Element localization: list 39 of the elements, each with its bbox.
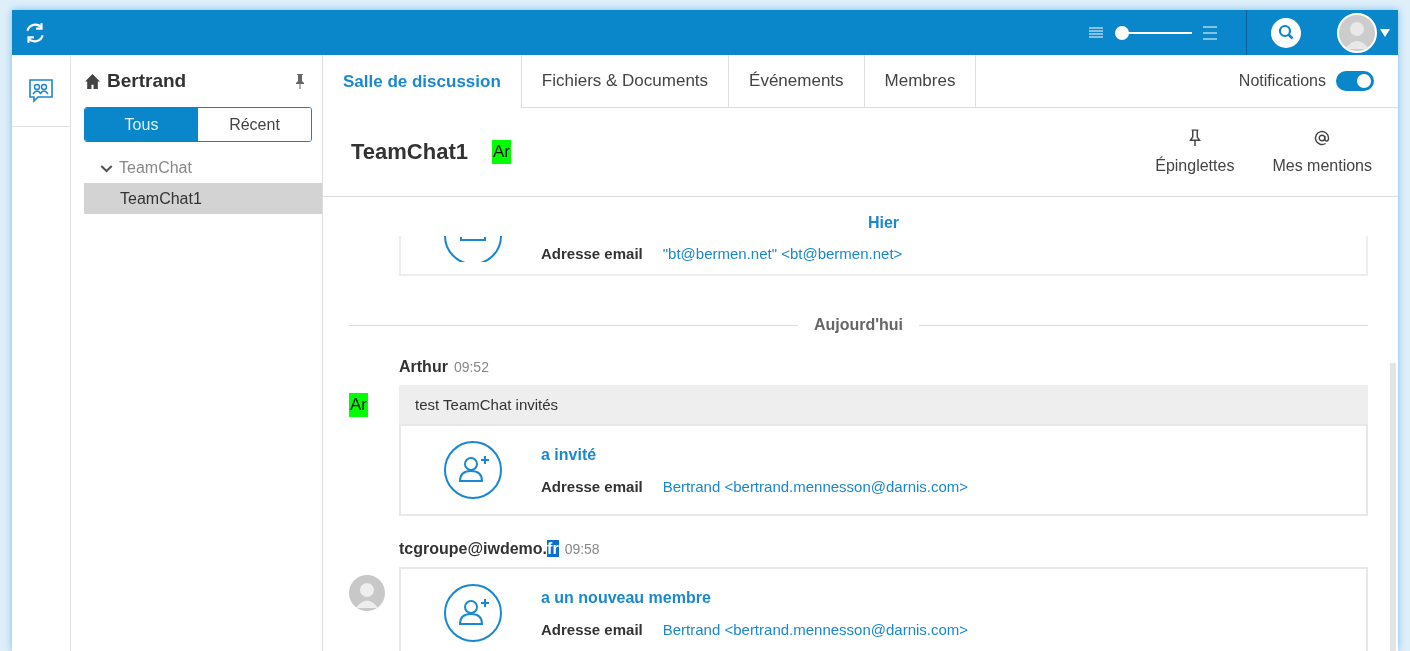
email-link[interactable]: Bertrand <bertrand.mennesson@darnis.com> <box>662 620 969 638</box>
member-avatar: Ar <box>491 140 511 164</box>
author-avatar: Ar <box>349 393 368 417</box>
caret-icon[interactable] <box>1380 28 1390 37</box>
email-label: Adresse email <box>541 245 643 262</box>
email-label: Adresse email <box>541 477 643 495</box>
search-icon[interactable] <box>1271 17 1301 48</box>
email-link[interactable]: Bertrand <bertrand.mennesson@darnis.com> <box>662 477 969 495</box>
room-title: TeamChat1 <box>351 139 468 165</box>
channel-group[interactable]: TeamChat <box>84 157 322 179</box>
wide-list-icon[interactable] <box>1202 25 1218 40</box>
user-plus-icon <box>443 583 503 643</box>
pin-icon[interactable] <box>294 73 306 89</box>
avatar-silhouette <box>349 575 385 611</box>
chat-users-icon[interactable] <box>27 77 55 105</box>
message-text: test TeamChat invités <box>414 395 560 415</box>
at-sign-icon <box>1314 129 1331 147</box>
event-title: a un nouveau membre <box>541 588 712 607</box>
user-avatar[interactable] <box>1337 12 1377 53</box>
home-icon[interactable] <box>84 72 101 90</box>
message-author: Arthur <box>399 358 448 376</box>
circle-icon <box>443 236 503 262</box>
message-time: 09:52 <box>453 359 489 375</box>
date-separator: Aujourd'hui <box>813 316 904 334</box>
notifications-label: Notifications <box>1238 72 1326 90</box>
slider-thumb[interactable] <box>1114 25 1129 40</box>
date-label: Hier <box>867 214 900 232</box>
workspace-title: Bertrand <box>107 70 187 92</box>
message-time: 09:58 <box>564 541 600 557</box>
pin-icon <box>1186 129 1203 147</box>
scrollbar-thumb[interactable] <box>1390 363 1396 651</box>
channel-item[interactable]: TeamChat1 <box>84 183 322 214</box>
email-link[interactable]: "bt@bermen.net" <bt@bermen.net> <box>662 245 903 262</box>
event-title: a invité <box>541 445 598 464</box>
user-plus-icon <box>443 440 503 500</box>
compact-list-icon[interactable] <box>1088 25 1104 40</box>
email-label: Adresse email <box>541 620 643 638</box>
notifications-toggle[interactable] <box>1336 71 1374 91</box>
tab[interactable]: Salle de discussion <box>323 55 522 108</box>
